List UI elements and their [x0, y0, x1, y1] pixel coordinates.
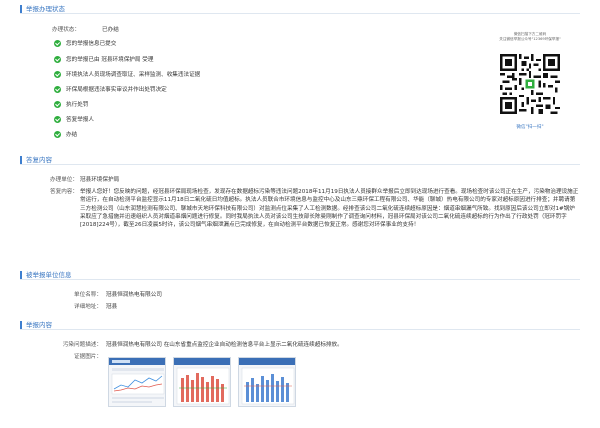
reply-content-label-row: 答复内容： — [0, 188, 80, 196]
section-reply-title: 答复内容 — [26, 156, 52, 164]
reported-unit-value: 冠县恒润热电有限公司 — [106, 292, 162, 298]
evidence-image-content — [174, 358, 230, 405]
check-icon — [54, 40, 61, 47]
evidence-image-1[interactable] — [108, 357, 166, 407]
section-accent-bar — [20, 156, 22, 164]
status-label: 办理状态： — [52, 27, 80, 33]
section-accent-bar — [20, 321, 22, 329]
reported-address-row: 详细地址： 冠县 — [0, 303, 600, 311]
reply-content-text: 举报人您好！您反映的问题，经冠县环保局现场检查，发现存在数据超标污染等违法问题2… — [80, 189, 579, 228]
section-report-header: 举报内容 — [20, 320, 580, 330]
section-status-header: 举报办理状态 — [20, 4, 580, 14]
qr-code-image — [500, 54, 560, 114]
qr-caption-bottom: 微信"扫一扫" — [516, 125, 544, 130]
reported-unit-row: 单位名称： 冠县恒润热电有限公司 — [0, 291, 600, 299]
reply-unit-row: 办理单位： 冠县环境保护局 — [0, 176, 600, 184]
section-reply-header: 答复内容 — [20, 155, 580, 165]
check-icon — [54, 71, 61, 78]
reported-address-label: 详细地址： — [74, 304, 102, 310]
section-report-title: 举报内容 — [26, 321, 52, 329]
section-status-title: 举报办理状态 — [26, 5, 65, 13]
reply-content-label: 答复内容： — [50, 189, 78, 195]
reported-address-value: 冠县 — [106, 304, 118, 310]
evidence-image-3[interactable] — [238, 357, 296, 407]
check-icon — [54, 131, 61, 138]
section-accent-bar — [20, 5, 22, 13]
check-icon — [54, 86, 61, 93]
report-problem-row: 污染问题描述： 冠县恒润热电有限公司 在山东省重点监控企业自动检测信息平台上显示… — [0, 341, 600, 349]
reported-unit-label: 单位名称： — [74, 292, 102, 298]
check-icon — [54, 101, 61, 108]
reply-unit-value: 冠县环境保护局 — [80, 177, 120, 183]
section-reported-title: 被举报单位信息 — [26, 271, 72, 279]
report-images-label: 证据图片： — [74, 354, 102, 360]
check-icon — [54, 56, 61, 63]
status-value: 已办结 — [102, 27, 119, 33]
section-accent-bar — [20, 271, 22, 279]
evidence-image-content — [239, 358, 295, 405]
qr-panel: 微信扫描下方二维码 关注微信举报公众号"12369环保举报" 微信"扫一扫" — [492, 32, 568, 132]
reply-unit-label: 办理单位： — [50, 177, 78, 183]
section-reported-header: 被举报单位信息 — [20, 270, 580, 280]
report-images-row: 证据图片： — [0, 353, 102, 361]
evidence-image-content — [109, 358, 165, 403]
check-icon — [54, 116, 61, 123]
report-problem-label: 污染问题描述： — [62, 342, 102, 348]
report-problem-value: 冠县恒润热电有限公司 在山东省重点监控企业自动检测信息平台上显示二氧化硫连续超标… — [106, 342, 343, 348]
evidence-image-2[interactable] — [173, 357, 231, 407]
qr-caption-top: 微信扫描下方二维码 关注微信举报公众号"12369环保举报" — [499, 32, 561, 41]
